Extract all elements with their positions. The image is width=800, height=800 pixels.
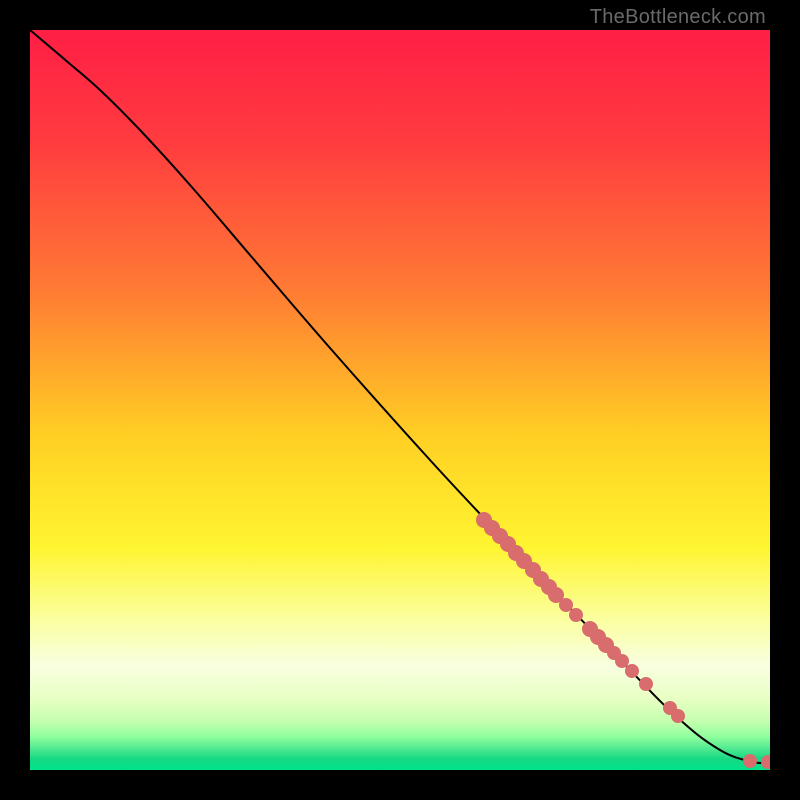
- data-marker: [559, 598, 573, 612]
- watermark-text: TheBottleneck.com: [590, 6, 766, 29]
- chart-stage: TheBottleneck.com: [0, 0, 800, 800]
- curve-layer: [30, 30, 770, 770]
- data-marker: [639, 677, 653, 691]
- data-marker: [615, 654, 629, 668]
- data-marker: [743, 754, 757, 768]
- data-marker: [671, 709, 685, 723]
- plot-area: [30, 30, 770, 770]
- markers-group: [476, 512, 770, 769]
- data-marker: [569, 608, 583, 622]
- main-curve: [30, 30, 770, 763]
- data-marker: [761, 755, 770, 769]
- data-marker: [625, 664, 639, 678]
